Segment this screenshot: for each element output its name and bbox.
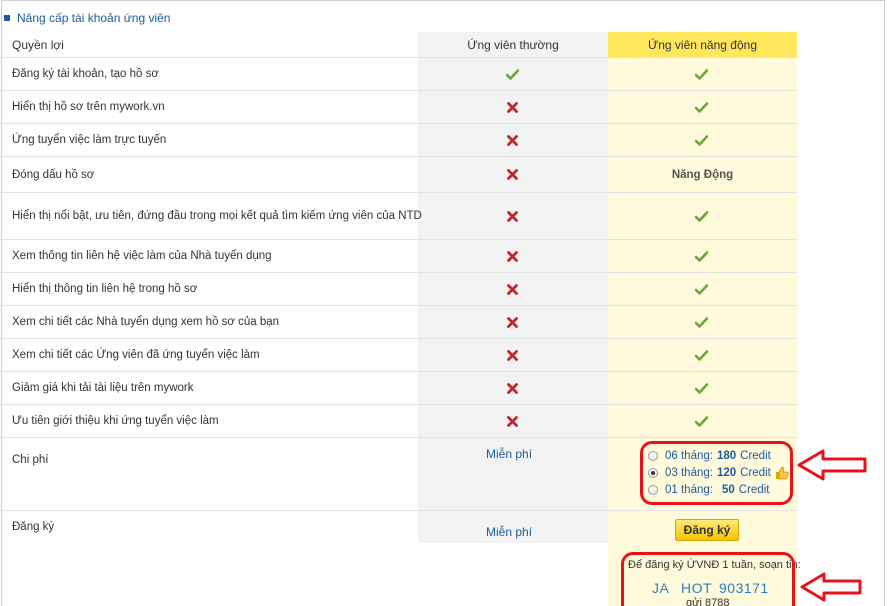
check-icon [694, 209, 708, 223]
benefit-label: Ưu tiên giới thiệu khi ứng tuyển việc là… [12, 415, 219, 427]
benefit-label: Đóng dấu hồ sơ [12, 168, 95, 181]
cross-icon [505, 348, 519, 362]
check-icon [694, 282, 708, 296]
table-row: Xem chi tiết các Ứng viên đã ứng tuyển v… [0, 338, 797, 371]
check-icon [505, 67, 519, 81]
cost-regular-free: Miễn phí [486, 447, 533, 461]
cross-icon [505, 168, 519, 182]
benefit-label: Đăng ký tài khoản, tạo hồ sơ [12, 68, 159, 80]
benefit-label: Xem thông tin liên hệ việc làm của Nhà t… [12, 250, 272, 262]
cross-icon [505, 315, 519, 329]
benefit-label: Giảm giá khi tải tài liệu trên mywork [12, 382, 194, 394]
table-row: Xem thông tin liên hệ việc làm của Nhà t… [0, 239, 797, 272]
cross-icon [505, 133, 519, 147]
cross-icon [505, 414, 519, 428]
section-title-text: Nâng cấp tài khoản ứng viên [17, 11, 171, 25]
benefit-label: Xem chi tiết các Ứng viên đã ứng tuyển v… [12, 349, 260, 361]
table-row: Hiển thị hồ sơ trên mywork.vn [0, 90, 797, 123]
section-title: Nâng cấp tài khoản ứng viên [4, 10, 170, 26]
check-icon [694, 348, 708, 362]
cross-icon [505, 282, 519, 296]
register-button[interactable]: Đăng ký [675, 519, 739, 541]
cost-label: Chi phí [12, 454, 49, 466]
register-regular-free: Miễn phí [486, 525, 533, 539]
table-row: Đăng ký tài khoản, tạo hồ sơ [0, 57, 797, 90]
table-row: Ưu tiên giới thiệu khi ứng tuyển việc là… [0, 404, 797, 437]
table-row: Xem chi tiết các Nhà tuyển dụng xem hồ s… [0, 305, 797, 338]
annotation-oval-price [640, 441, 793, 505]
cross-icon [505, 209, 519, 223]
bullet-square-icon [4, 15, 10, 21]
cross-icon [505, 381, 519, 395]
table-row: Đóng dấu hồ sơ Năng Động [0, 156, 797, 192]
table-row: Hiển thị thông tin liên hệ trong hồ sơ [0, 272, 797, 305]
header-active: Ứng viên năng động [647, 37, 757, 52]
header-benefit: Quyền lợi [12, 37, 64, 52]
header-regular: Ứng viên thường [467, 37, 559, 52]
register-label: Đăng ký [12, 521, 55, 533]
check-icon [694, 381, 708, 395]
annotation-arrow-sms-icon [800, 572, 862, 602]
active-value-text: Năng Động [671, 168, 734, 181]
table-row: Hiển thị nổi bật, ưu tiên, đứng đầu tron… [0, 192, 797, 239]
cross-icon [505, 249, 519, 263]
table-row: Giảm giá khi tải tài liệu trên mywork [0, 371, 797, 404]
annotation-arrow-price-icon [797, 449, 867, 481]
benefit-label: Ứng tuyển việc làm trực tuyến [12, 134, 167, 146]
benefit-label: Hiển thị nổi bật, ưu tiên, đứng đầu tron… [12, 210, 422, 222]
cross-icon [505, 100, 519, 114]
check-icon [694, 100, 708, 114]
check-icon [694, 67, 708, 81]
benefit-label: Hiển thị hồ sơ trên mywork.vn [12, 101, 165, 113]
check-icon [694, 249, 708, 263]
table-row: Ứng tuyển việc làm trực tuyến [0, 123, 797, 156]
check-icon [694, 133, 708, 147]
check-icon [694, 315, 708, 329]
check-icon [694, 414, 708, 428]
annotation-oval-sms [621, 552, 795, 606]
benefit-label: Hiển thị thông tin liên hệ trong hồ sơ [12, 283, 198, 295]
benefit-label: Xem chi tiết các Nhà tuyển dụng xem hồ s… [12, 316, 280, 328]
